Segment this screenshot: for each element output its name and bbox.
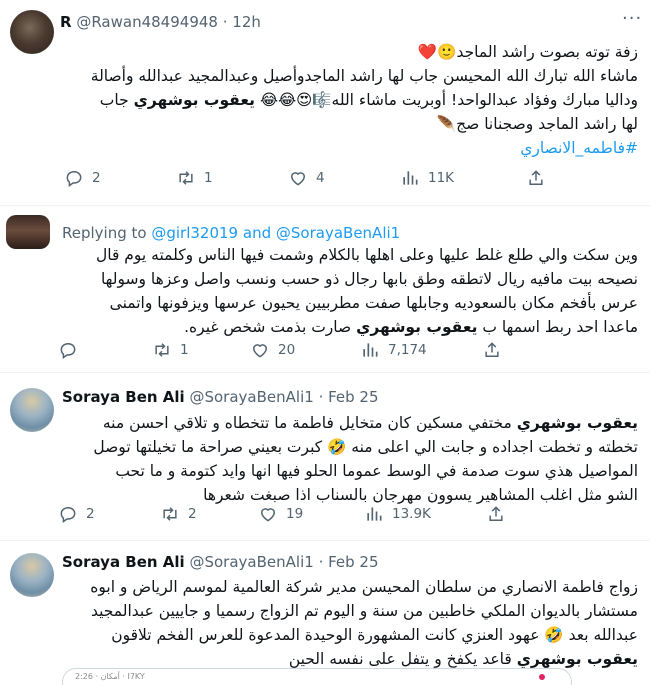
retweet-button[interactable]: 1 (152, 340, 189, 360)
timestamp[interactable]: · Feb 25 (319, 553, 379, 571)
action-bar: 2 1 4 11K (0, 168, 650, 192)
tweet-line: يعقوب بوشهري مختفي مسكين كان متخايل فاطم… (102, 414, 638, 432)
like-count: 20 (278, 342, 296, 358)
tweet[interactable]: Soraya Ben Ali @SorayaBenAli1 · Feb 25 ي… (0, 378, 650, 533)
replying-label: Replying to (62, 224, 147, 242)
retweet-button[interactable]: 1 (176, 168, 213, 188)
views-button[interactable]: 7,174 (360, 340, 427, 360)
tweet-line: عبدالله بعد 🤣 عهود العنزي كانت المشهورة … (111, 626, 638, 644)
embedded-media-card[interactable]: أمكان · 2:26 · I7KY (62, 668, 572, 685)
retweet-count: 1 (180, 342, 189, 358)
tweet-header: Soraya Ben Ali @SorayaBenAli1 · Feb 25 (62, 388, 379, 406)
avatar[interactable] (10, 388, 54, 432)
heart-icon (250, 340, 270, 360)
replying-and: and (242, 224, 272, 242)
like-count: 19 (286, 506, 304, 522)
bold-name: يعقوب بوشهري (133, 91, 255, 109)
share-icon (486, 504, 506, 524)
bold-name: يعقوب بوشهري (356, 318, 478, 336)
views-icon (360, 340, 380, 360)
tweet-text: يعقوب بوشهري مختفي مسكين كان متخايل فاطم… (58, 411, 638, 507)
display-name[interactable]: Soraya Ben Ali (62, 388, 185, 406)
hashtag-link[interactable]: #فاطمه_الانصاري (58, 136, 638, 160)
tweet-line: المواصيل هذي سوت صدمة في الوسط عموما الح… (115, 462, 638, 480)
tweet-header: Soraya Ben Ali @SorayaBenAli1 · Feb 25 (62, 553, 379, 571)
heart-icon (288, 168, 308, 188)
reply-icon (64, 168, 84, 188)
display-name[interactable]: Soraya Ben Ali (62, 553, 185, 571)
avatar[interactable] (10, 553, 54, 597)
retweet-icon (160, 504, 180, 524)
avatar[interactable] (6, 215, 50, 249)
reply-button[interactable]: 2 (64, 168, 101, 188)
timestamp[interactable]: · 12h (223, 13, 261, 31)
tweet-line: وداليا مبارك وفؤاد عبدالواحد! أوبريت ماش… (99, 91, 638, 109)
reply-button[interactable] (58, 340, 86, 360)
share-icon (526, 168, 546, 188)
share-button[interactable] (482, 340, 502, 360)
user-handle[interactable]: @SorayaBenAli1 (189, 553, 313, 571)
views-count: 11K (428, 170, 455, 186)
tweet-text: زفة توته بصوت راشد الماجد🙂❤️ ماشاء الله … (58, 40, 638, 160)
tweet-line: مستشار بالديوان الملكي خاطبين من سنة و ا… (90, 602, 638, 620)
tweet-header: R @Rawan48494948 · 12h (60, 13, 261, 31)
avatar[interactable] (10, 10, 54, 54)
tweet[interactable]: R @Rawan48494948 · 12h ··· زفة توته بصوت… (0, 0, 650, 200)
divider (0, 540, 650, 541)
retweet-icon (152, 340, 172, 360)
bold-name: يعقوب بوشهري (516, 414, 638, 432)
like-button[interactable]: 19 (258, 504, 303, 524)
heart-icon (258, 504, 278, 524)
user-handle[interactable]: @SorayaBenAli1 (189, 388, 313, 406)
views-count: 13.9K (392, 506, 431, 522)
share-button[interactable] (526, 168, 546, 188)
retweet-count: 2 (188, 506, 197, 522)
views-icon (364, 504, 384, 524)
retweet-icon (176, 168, 196, 188)
user-handle[interactable]: @Rawan48494948 (76, 13, 218, 31)
tweet-line: عرس بأفخم مكان بالسعوديه وجابلها صفت مطر… (109, 294, 638, 312)
views-button[interactable]: 13.9K (364, 504, 431, 524)
tweet-text: زواج فاطمة الانصاري من سلطان المحيسن مدي… (58, 575, 638, 671)
like-count: 4 (316, 170, 325, 186)
share-button[interactable] (486, 504, 506, 524)
mention-link[interactable]: @girl32019 (151, 224, 238, 242)
tweet-line: لها راشد الماجد وصجنانا صج🪶 (436, 115, 638, 133)
tweet-line: وين سكت والي طلع غلط عليها وعلى اهلها با… (95, 246, 638, 264)
divider (0, 205, 650, 206)
replying-to: Replying to @girl32019 and @SorayaBenAli… (62, 224, 400, 242)
divider (0, 372, 650, 373)
timestamp[interactable]: · Feb 25 (319, 388, 379, 406)
views-icon (400, 168, 420, 188)
share-icon (482, 340, 502, 360)
views-count: 7,174 (388, 342, 427, 358)
tweet[interactable]: Soraya Ben Ali @SorayaBenAli1 · Feb 25 ز… (0, 545, 650, 685)
like-button[interactable]: 4 (288, 168, 325, 188)
tweet-line: زفة توته بصوت راشد الماجد🙂❤️ (417, 43, 638, 61)
tweet-line: ماعدا احد ربط اسمها ب يعقوب بوشهري صارت … (184, 318, 638, 336)
tweet-line: ماشاء الله تبارك الله المحيسن جاب لها را… (90, 67, 638, 85)
tweet-text: وين سكت والي طلع غلط عليها وعلى اهلها با… (58, 243, 638, 339)
embed-status-text: أمكان · 2:26 · I7KY (75, 672, 145, 681)
action-bar: 2 2 19 13.9K (0, 504, 650, 528)
reply-count: 2 (92, 170, 101, 186)
retweet-count: 1 (204, 170, 213, 186)
tweet-line: نصيحه بيت مافيه ريال لاتطقه وطق بابها رج… (100, 270, 638, 288)
like-button[interactable]: 20 (250, 340, 295, 360)
bold-name: يعقوب بوشهري (516, 650, 638, 668)
display-name[interactable]: R (60, 13, 72, 31)
tweet-line: زواج فاطمة الانصاري من سلطان المحيسن مدي… (90, 578, 638, 596)
reply-button[interactable]: 2 (58, 504, 95, 524)
reply-count: 2 (86, 506, 95, 522)
reply-icon (58, 340, 78, 360)
reply-icon (58, 504, 78, 524)
tweet-line: تخطته و تخطت اجداده و جابت الي اعلى منه … (93, 438, 638, 456)
views-button[interactable]: 11K (400, 168, 454, 188)
record-dot-icon (539, 674, 545, 680)
action-bar: 1 20 7,174 (0, 340, 650, 364)
tweet[interactable]: Replying to @girl32019 and @SorayaBenAli… (0, 210, 650, 365)
mention-link[interactable]: @SorayaBenAli1 (276, 224, 400, 242)
retweet-button[interactable]: 2 (160, 504, 197, 524)
more-icon[interactable]: ··· (622, 8, 642, 29)
